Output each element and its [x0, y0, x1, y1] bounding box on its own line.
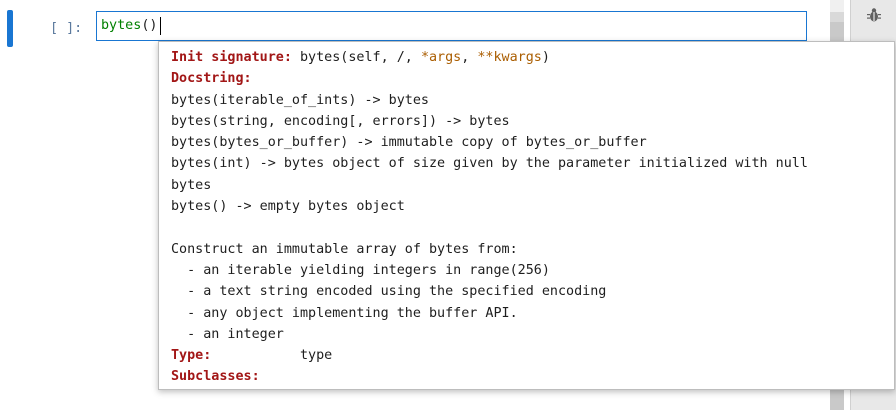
doc-line: bytes() -> empty bytes object — [171, 199, 405, 215]
doc-line: bytes(int) -> bytes object of size given… — [171, 156, 808, 172]
code-line[interactable]: bytes() — [101, 16, 157, 36]
type-label: Type: — [171, 348, 212, 364]
construct-line: - an iterable yielding integers in range… — [171, 262, 550, 278]
construct-line: - a text string encoded using the specif… — [171, 284, 607, 300]
bug-icon — [867, 8, 881, 22]
type-value: type — [300, 348, 333, 364]
type-spacer — [211, 348, 300, 363]
code-function-name: bytes — [101, 18, 142, 33]
scrollbar-arrow-up[interactable] — [830, 0, 844, 12]
active-cell-indicator — [7, 10, 13, 47]
inspector-tooltip[interactable]: Init signature: bytes(self, /, *args, **… — [158, 41, 895, 390]
code-editor[interactable]: bytes() — [96, 11, 807, 41]
docstring-label: Docstring: — [171, 71, 252, 87]
code-parens: () — [141, 18, 158, 33]
signature-end: ) — [541, 50, 550, 65]
signature-kwargs: **kwargs — [477, 50, 542, 65]
text-cursor — [160, 17, 161, 35]
cell-prompt: [ ]: — [50, 21, 83, 36]
init-signature-label: Init signature: — [171, 50, 292, 65]
doc-line: bytes(iterable_of_ints) -> bytes — [171, 92, 429, 108]
doc-line: bytes(bytes_or_buffer) -> immutable copy… — [171, 135, 647, 151]
type-line: Type: type — [171, 345, 882, 366]
doc-line: bytes(string, encoding[, errors]) -> byt… — [171, 113, 510, 129]
signature-sep: , — [461, 50, 478, 65]
construct-line: - an integer — [171, 326, 284, 342]
construct-line: - any object implementing the buffer API… — [171, 305, 518, 321]
debug-button[interactable] — [852, 0, 896, 30]
construct-line: Construct an immutable array of bytes fr… — [171, 241, 518, 257]
init-signature-line: Init signature: bytes(self, /, *args, **… — [171, 47, 882, 68]
signature-name: bytes(self, /, — [291, 50, 421, 65]
doc-line: bytes — [171, 177, 212, 193]
signature-args: *args — [420, 50, 462, 65]
subclasses-label: Subclasses: — [171, 369, 260, 385]
